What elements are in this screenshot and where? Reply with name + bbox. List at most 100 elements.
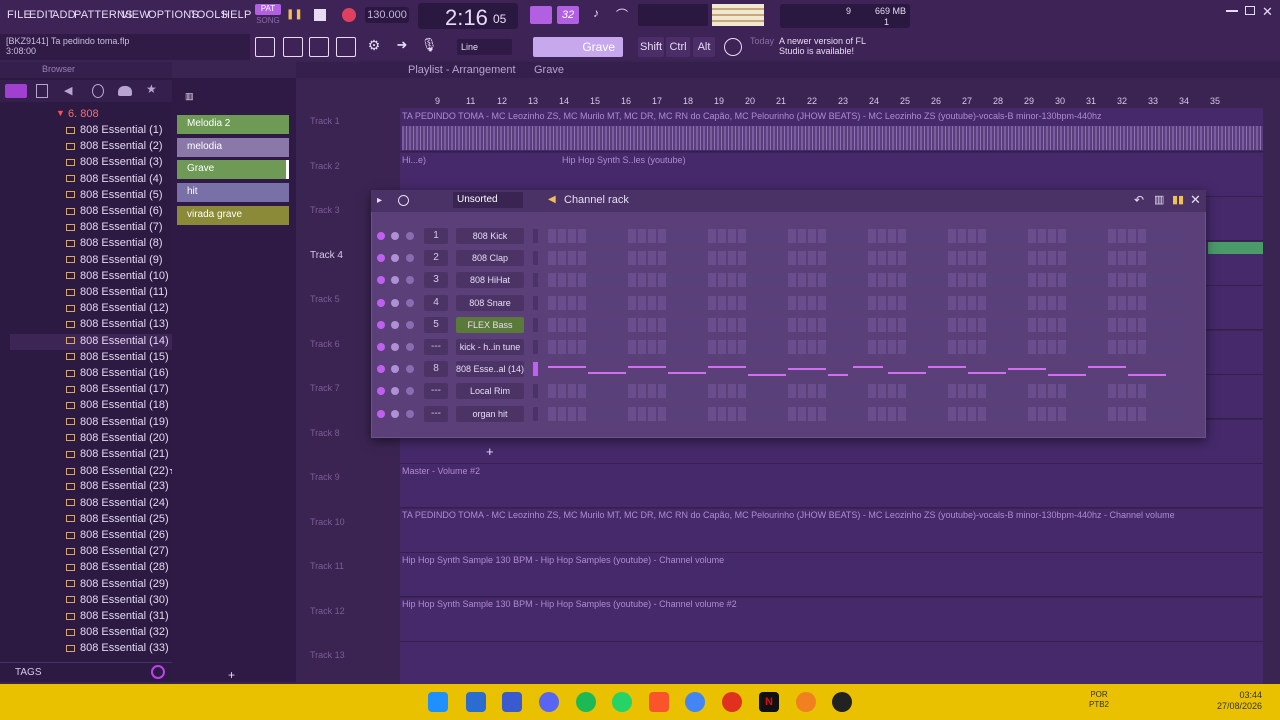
record-icon[interactable]: [342, 8, 356, 22]
obs-icon[interactable]: [832, 692, 852, 712]
pan-knob[interactable]: [391, 232, 399, 240]
close-icon[interactable]: ✕: [1190, 192, 1201, 208]
browser-item[interactable]: 808 Essential (24): [66, 497, 172, 513]
metronome-icon[interactable]: ♪: [586, 6, 606, 24]
rack-menu-icon[interactable]: ▸: [377, 195, 382, 206]
channel-select[interactable]: [533, 251, 538, 266]
track-name[interactable]: Track 4: [310, 250, 343, 261]
song-mode-button[interactable]: SONG: [255, 16, 281, 27]
browser-item[interactable]: 808 Essential (27): [66, 545, 172, 561]
track-name[interactable]: Track 10: [310, 517, 345, 527]
browser-item[interactable]: 808 Essential (12): [66, 302, 172, 318]
channel-led[interactable]: [377, 320, 385, 329]
browser-item[interactable]: 808 Essential (18): [66, 399, 172, 415]
channel-select[interactable]: [533, 384, 538, 399]
snap-select[interactable]: Line: [457, 39, 512, 55]
browser-item[interactable]: 808 Essential (31): [66, 610, 172, 626]
pattern-grid-icon[interactable]: [530, 6, 552, 24]
alt-button[interactable]: Alt: [693, 37, 715, 57]
browser-item[interactable]: 808 Essential (29): [66, 578, 172, 594]
shift-button[interactable]: Shift: [638, 37, 664, 57]
browser-item[interactable]: 808 Essential (11): [66, 286, 172, 302]
add-channel-icon[interactable]: +: [486, 444, 496, 459]
browser-tab-files-icon[interactable]: [36, 84, 48, 98]
chrome-icon[interactable]: [685, 692, 705, 712]
clip-track-2-a[interactable]: Hi...e): [402, 155, 552, 167]
browser-item[interactable]: 808 Essential (20): [66, 432, 172, 448]
channel-name-button[interactable]: Local Rim: [456, 383, 524, 400]
browser-item[interactable]: 808 Essential (4): [66, 173, 172, 189]
playlist-icon[interactable]: [255, 37, 275, 57]
channel-led[interactable]: [377, 343, 385, 351]
menu-edit[interactable]: EDIT: [29, 9, 55, 21]
browser-item[interactable]: 808 Essential (1): [66, 124, 172, 140]
channel-number[interactable]: ---: [424, 339, 448, 355]
track-name[interactable]: Track 11: [310, 561, 344, 571]
channel-select[interactable]: [533, 406, 538, 421]
input-language[interactable]: POR PTB2: [1089, 690, 1109, 710]
menu-file[interactable]: FILE: [7, 9, 31, 21]
browser-item[interactable]: 808 Essential (10): [66, 270, 172, 286]
opera-icon[interactable]: [722, 692, 742, 712]
browser-item[interactable]: 808 Essential (28): [66, 561, 172, 577]
step-sequencer[interactable]: [548, 406, 1186, 421]
channel-select[interactable]: [533, 317, 538, 332]
maximize-icon[interactable]: [1245, 6, 1255, 15]
clip-track-9[interactable]: Master - Volume #2: [402, 466, 602, 478]
browser-item[interactable]: 808 Essential (16): [66, 367, 172, 383]
graph-icon[interactable]: ▥: [1154, 193, 1164, 206]
browser-item[interactable]: 808 Essential (23): [66, 480, 172, 496]
swing-icon[interactable]: [398, 195, 409, 206]
channel-number[interactable]: 2: [424, 250, 448, 267]
browser-item[interactable]: 808 Essential (25): [66, 513, 172, 529]
step-sequencer[interactable]: [548, 251, 1186, 266]
rack-filter-select[interactable]: Unsorted: [453, 192, 523, 208]
minimize-icon[interactable]: [1226, 10, 1238, 12]
channel-led[interactable]: [377, 232, 385, 240]
track-name[interactable]: Track 13: [310, 650, 345, 660]
step-sequencer[interactable]: [548, 317, 1186, 332]
pattern-hit[interactable]: hit: [177, 183, 289, 202]
browser-item[interactable]: 808 Essential (2): [66, 140, 172, 156]
channel-name-button[interactable]: 808 Esse..al (14): [456, 361, 524, 378]
channel-name-button[interactable]: 808 Clap: [456, 250, 524, 267]
channel-number[interactable]: 5: [424, 316, 448, 333]
channel-number[interactable]: 1: [424, 228, 448, 244]
step-sequencer[interactable]: [548, 340, 1186, 354]
fl-studio-icon[interactable]: [796, 692, 816, 712]
channel-number[interactable]: 8: [424, 361, 448, 378]
channel-rack-header[interactable]: ▸ Unsorted ◀ Channel rack ↶ ▥ ▮▮ ✕: [371, 190, 1206, 212]
app-icon[interactable]: [502, 692, 522, 712]
microphone-icon[interactable]: 🎙: [419, 37, 439, 57]
track-name[interactable]: Track 7: [310, 383, 340, 393]
browser-item[interactable]: 808 Essential (9): [66, 254, 172, 270]
browser-item[interactable]: 808 Essential (32): [66, 626, 172, 642]
browser-item[interactable]: 808 Essential (33): [66, 642, 172, 658]
volume-knob[interactable]: [406, 409, 414, 418]
close-icon[interactable]: ✕: [1262, 4, 1274, 19]
countdown-icon[interactable]: ⌒: [612, 6, 632, 24]
step-sequencer[interactable]: [548, 384, 1186, 399]
plugin-db-icon[interactable]: [92, 84, 104, 98]
undo-icon[interactable]: ↶: [1134, 193, 1144, 207]
clip-track-2-b[interactable]: Hip Hop Synth S..les (youtube): [562, 155, 702, 167]
channel-select[interactable]: [533, 273, 538, 288]
browser-item[interactable]: 808 Essential (26): [66, 529, 172, 545]
pattern-grave[interactable]: Grave: [177, 160, 289, 179]
menu-add[interactable]: ADD: [52, 9, 76, 21]
search-icon[interactable]: [151, 665, 165, 679]
channel-name-button[interactable]: 808 HiHat: [456, 272, 524, 289]
windows-start-icon[interactable]: [428, 692, 448, 712]
step-sequencer[interactable]: [548, 273, 1186, 288]
clock[interactable]: 03:44 27/08/2026: [1212, 690, 1262, 712]
track-name[interactable]: Track 2: [310, 161, 340, 171]
channel-select[interactable]: [533, 340, 538, 354]
clip-track-1[interactable]: TA PEDINDO TOMA - MC Leozinho ZS, MC Mur…: [402, 111, 1262, 123]
vscode-icon[interactable]: [466, 692, 486, 712]
step-sequencer[interactable]: [548, 229, 1186, 243]
channel-name-button[interactable]: organ hit: [456, 405, 524, 422]
tags-label[interactable]: TAGS: [15, 667, 41, 678]
volume-knob[interactable]: [406, 343, 414, 351]
clip-track-11[interactable]: Hip Hop Synth Sample 130 BPM - Hip Hop S…: [402, 555, 1262, 567]
browser-item[interactable]: 808 Essential (21): [66, 448, 172, 464]
